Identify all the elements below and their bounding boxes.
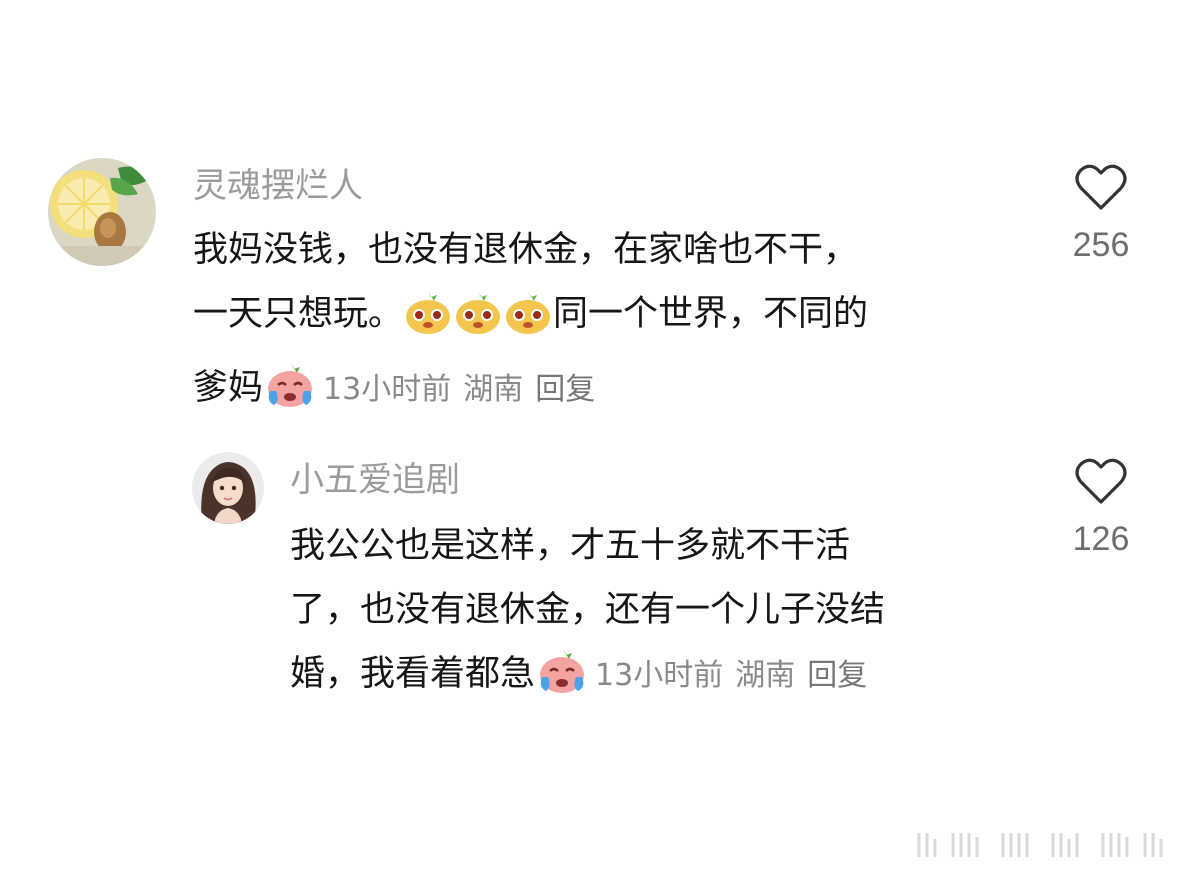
comment-text: 我公公也是这样，才五十多就不干活 了，也没有退休金，还有一个儿子没结 婚，我看着… — [290, 514, 1050, 716]
heart-outline-icon[interactable] — [1056, 164, 1146, 212]
comment-meta: 13小时前 湖南 回复 — [595, 658, 879, 693]
crying-face-emoji — [536, 647, 588, 716]
avatar[interactable] — [192, 452, 264, 524]
cheeky-face-emoji — [404, 289, 452, 356]
comment-line: 了，也没有退休金，还有一个儿子没结 — [290, 590, 886, 630]
comment-line: 一天只想玩。 同一个世界，不同的 — [193, 282, 1033, 356]
comment-line: 婚，我看着都急 13小时前 湖南 回复 — [290, 642, 1050, 716]
avatar[interactable] — [48, 158, 156, 266]
like-count: 256 — [1072, 226, 1130, 264]
comment-meta: 13小时前 湖南 回复 — [323, 372, 607, 407]
comment-segment: 一天只想玩。 — [193, 294, 404, 334]
like-area: 256 — [1056, 164, 1146, 265]
like-area: 126 — [1056, 458, 1146, 559]
comment-segment: 同一个世界，不同的 — [553, 294, 869, 334]
comment-segment: 婚，我看着都急 — [290, 654, 536, 694]
timestamp: 13小时前 — [323, 372, 452, 407]
username[interactable]: 小五爱追剧 — [290, 460, 460, 500]
comment-line: 爹妈 13小时前 湖南 回复 — [193, 356, 1033, 430]
comment-line: 我公公也是这样，才五十多就不干活 — [290, 526, 851, 566]
watermark — [913, 827, 1173, 863]
reply-button[interactable]: 回复 — [535, 372, 595, 407]
cheeky-face-emoji — [504, 289, 552, 356]
username[interactable]: 灵魂摆烂人 — [193, 166, 363, 206]
location: 湖南 — [463, 372, 524, 407]
location: 湖南 — [735, 658, 796, 693]
timestamp: 13小时前 — [595, 658, 724, 693]
heart-outline-icon[interactable] — [1056, 458, 1146, 506]
like-count: 126 — [1072, 520, 1130, 558]
cheeky-face-emoji — [454, 289, 502, 356]
comment-text: 我妈没钱，也没有退休金，在家啥也不干， 一天只想玩。 同一个世界，不同的 爹妈 13… — [193, 218, 1033, 430]
reply-button[interactable]: 回复 — [807, 658, 867, 693]
comment-segment: 爹妈 — [193, 368, 264, 408]
crying-face-emoji — [264, 361, 316, 430]
comment-line: 我妈没钱，也没有退休金，在家啥也不干， — [193, 230, 859, 270]
